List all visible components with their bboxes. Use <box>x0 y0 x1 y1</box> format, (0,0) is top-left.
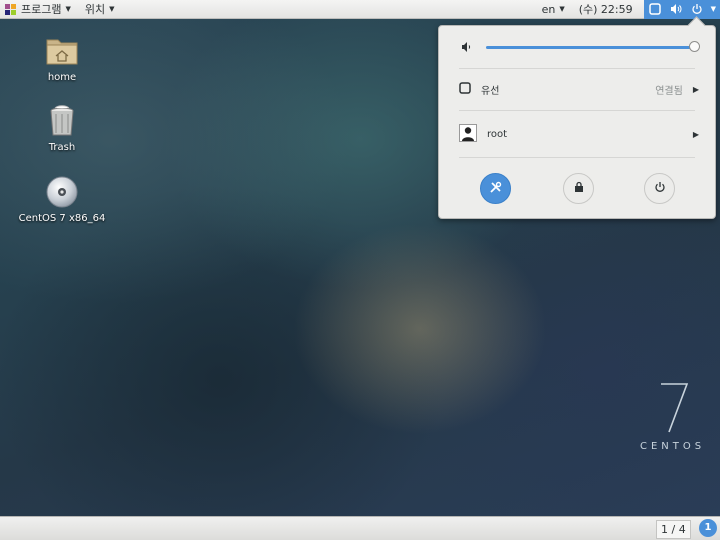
network-wired-icon <box>459 81 471 97</box>
applications-label: 프로그램 <box>21 3 62 16</box>
desktop-icon-label: Trash <box>48 142 76 153</box>
desktop-icon-label: CentOS 7 x86_64 <box>18 213 106 224</box>
places-menu[interactable]: 위치 ▼ <box>80 0 120 19</box>
settings-button[interactable] <box>480 173 511 204</box>
system-tray-button[interactable]: ▼ <box>643 0 720 19</box>
user-avatar-icon <box>459 123 477 145</box>
centos-brand-text: CENTOS <box>640 441 706 452</box>
network-wired-icon <box>648 2 662 16</box>
volume-row <box>461 40 701 54</box>
centos-version-mark <box>657 380 693 436</box>
chevron-down-icon: ▼ <box>559 5 565 13</box>
disc-icon <box>45 175 79 209</box>
lock-button[interactable] <box>563 173 594 204</box>
notification-badge[interactable]: 1 <box>699 519 717 537</box>
clock-label: (수) 22:59 <box>578 3 633 16</box>
system-menu-popover: 유선 연결됨 ▶ root ▶ <box>438 25 716 219</box>
chevron-right-icon: ▶ <box>692 129 699 139</box>
chevron-down-icon: ▼ <box>65 5 71 13</box>
user-item[interactable]: root ▶ <box>459 123 699 145</box>
power-off-icon <box>654 181 666 196</box>
chevron-down-icon: ▼ <box>109 5 115 13</box>
top-bar: 프로그램 ▼ 위치 ▼ en ▼ (수) 22:59 ▼ <box>0 0 720 19</box>
volume-slider-track[interactable] <box>486 46 693 49</box>
lock-icon <box>573 181 585 196</box>
desktop-icon-label: home <box>47 72 77 83</box>
applications-menu[interactable]: 프로그램 ▼ <box>0 0 76 19</box>
volume-icon <box>669 2 683 16</box>
clock[interactable]: (수) 22:59 <box>574 0 638 19</box>
volume-icon <box>461 40 475 57</box>
separator <box>459 68 695 69</box>
desktop-icon-disc[interactable]: CentOS 7 x86_64 <box>17 175 107 224</box>
user-label: root <box>487 128 508 140</box>
network-wired-item[interactable]: 유선 연결됨 ▶ <box>459 79 699 99</box>
network-status: 연결됨 <box>655 85 683 97</box>
trash-icon <box>45 104 79 138</box>
network-label: 유선 <box>481 85 500 97</box>
bottom-bar: 1 / 4 1 <box>0 516 720 540</box>
home-folder-icon <box>45 34 79 68</box>
separator <box>459 110 695 111</box>
workspace-indicator[interactable]: 1 / 4 <box>656 520 691 539</box>
chevron-down-icon: ▼ <box>710 5 716 13</box>
power-off-button[interactable] <box>644 173 675 204</box>
chevron-right-icon: ▶ <box>692 84 699 94</box>
separator <box>459 157 695 158</box>
desktop-icon-trash[interactable]: Trash <box>17 104 107 153</box>
places-label: 위치 <box>84 3 106 16</box>
input-language-menu[interactable]: en ▼ <box>537 0 570 19</box>
settings-icon <box>489 180 503 197</box>
power-icon <box>690 2 704 16</box>
applications-logo-icon <box>5 3 16 15</box>
desktop-icon-home[interactable]: home <box>17 34 107 83</box>
volume-slider-handle[interactable] <box>689 41 700 52</box>
language-label: en <box>541 2 556 16</box>
